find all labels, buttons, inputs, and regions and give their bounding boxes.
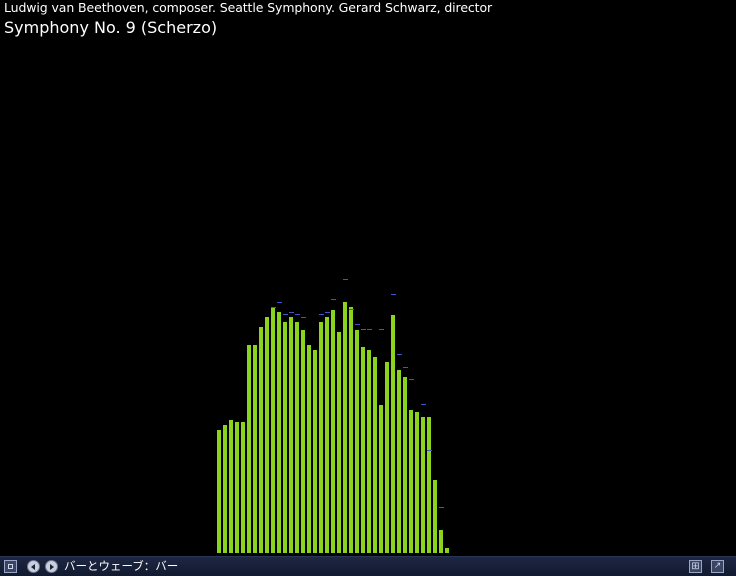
- visualizer-peak-marker: [409, 379, 414, 380]
- visualizer-bar: [397, 370, 401, 553]
- visualizer-bar: [367, 350, 371, 553]
- visualizer-peak-marker: [295, 314, 300, 315]
- visualizer-peak-marker: [391, 294, 396, 295]
- visualizer-bar: [265, 317, 269, 553]
- view-mode-icon: [8, 564, 13, 569]
- chevron-right-icon: [50, 563, 54, 570]
- visualizer-peak-marker: [277, 302, 282, 303]
- visualizer-peak-marker: [361, 329, 366, 330]
- chevron-left-icon: [31, 563, 35, 570]
- visualizer-bar: [247, 345, 251, 553]
- visualizer-bar: [391, 315, 395, 553]
- visualizer-bar: [325, 317, 329, 553]
- visualizer-peak-marker: [403, 367, 408, 368]
- visualizer-peak-marker: [421, 404, 426, 405]
- visualizer-bar: [259, 327, 263, 553]
- visualizer-bar: [409, 410, 413, 553]
- visualizer-peak-marker: [349, 309, 354, 310]
- view-mode-button[interactable]: [4, 560, 17, 573]
- visualizer-bar: [403, 377, 407, 553]
- visualizer-peak-marker: [439, 507, 444, 508]
- visualizer-bar: [277, 312, 281, 553]
- visualizer-peak-marker: [427, 450, 432, 451]
- visualizer-bar: [289, 317, 293, 553]
- switch-skin-icon: ⊞: [691, 560, 700, 572]
- visualizer-peak-marker: [367, 329, 372, 330]
- visualizer-bar: [301, 330, 305, 553]
- visualizer-bar: [223, 425, 227, 553]
- visualizer-peak-marker: [289, 312, 294, 313]
- visualizer-bar: [355, 330, 359, 553]
- visualizer-bar: [349, 307, 353, 553]
- visualizer-bar: [343, 302, 347, 553]
- visualizer-peak-marker: [319, 314, 324, 315]
- visualizer-peak-marker: [331, 299, 336, 300]
- visualizer-bar: [445, 548, 449, 553]
- visualizer-peak-marker: [271, 307, 276, 308]
- visualizer-bar: [373, 357, 377, 553]
- visualizer-bar: [319, 322, 323, 553]
- visualizer-peak-marker: [379, 329, 384, 330]
- visualizer-bar: [331, 310, 335, 553]
- visualizer-bar: [415, 412, 419, 553]
- visualizer-bar: [253, 345, 257, 553]
- visualizer-peak-marker: [301, 317, 306, 318]
- visualizer-bar: [379, 405, 383, 553]
- visualizer-bar: [229, 420, 233, 553]
- visualizer-bar: [295, 322, 299, 553]
- visualizer-bar: [307, 345, 311, 553]
- fullscreen-button[interactable]: ↗: [711, 560, 724, 573]
- visualizer-peak-marker: [397, 354, 402, 355]
- visualizer-bar: [271, 307, 275, 553]
- visualizer-bar: [241, 422, 245, 553]
- visualizer-bar: [337, 332, 341, 553]
- visualization-mode-label: バーとウェーブ：バー: [64, 559, 179, 573]
- visualizer-bar: [361, 347, 365, 553]
- visualizer-bar: [433, 480, 437, 553]
- next-visualization-button[interactable]: [45, 560, 58, 573]
- visualizer-peak-marker: [343, 279, 348, 280]
- visualizer-bar: [385, 362, 389, 553]
- visualizer-peak-marker: [325, 312, 330, 313]
- visualizer-peak-marker: [283, 314, 288, 315]
- expand-icon: ↗: [713, 561, 722, 571]
- visualizer-bar: [283, 322, 287, 553]
- visualizer-bar: [421, 417, 425, 553]
- visualizer-bar: [427, 417, 431, 553]
- visualizer-peak-marker: [355, 324, 360, 325]
- switch-to-skin-button[interactable]: ⊞: [689, 560, 702, 573]
- visualizer-bar: [313, 350, 317, 553]
- previous-visualization-button[interactable]: [27, 560, 40, 573]
- visualizer-bar: [439, 530, 443, 553]
- visualizer-bars: [0, 0, 736, 556]
- visualizer-bar: [235, 422, 239, 553]
- status-bar: バーとウェーブ：バー ⊞ ↗: [0, 556, 736, 576]
- visualizer-bar: [217, 430, 221, 553]
